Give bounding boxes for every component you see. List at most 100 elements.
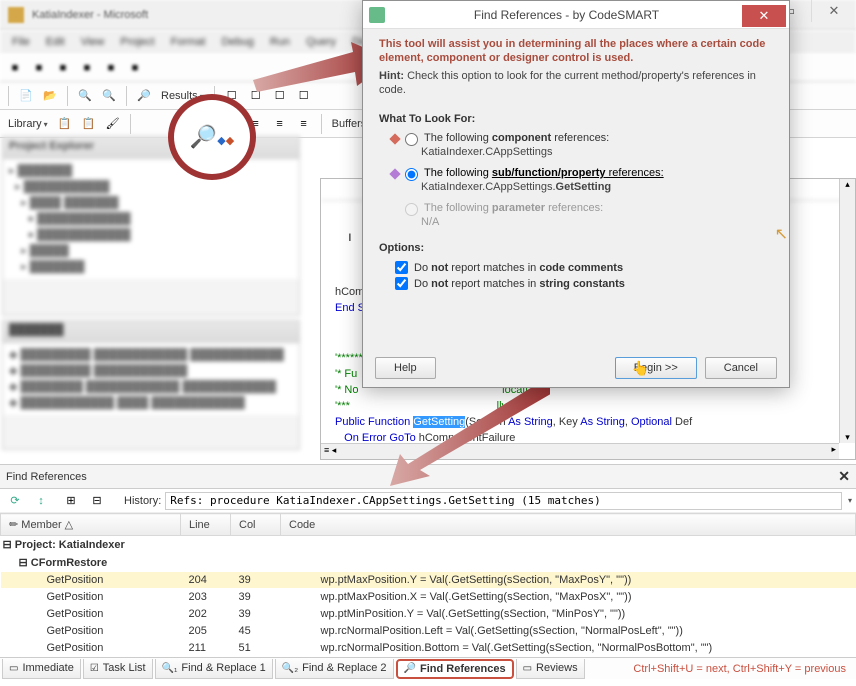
members-title: ███████ — [3, 321, 299, 343]
brush-icon[interactable]: 🖌 — [102, 113, 124, 135]
code-comment: '* Fu — [335, 368, 357, 380]
option-skip-strings[interactable]: Do not report matches in string constant… — [363, 274, 789, 290]
history-label: History: — [124, 495, 161, 507]
radio-subfunction-references[interactable]: The following sub/function/property refe… — [363, 164, 789, 181]
toolbar-button[interactable]: ■ — [76, 57, 98, 79]
expand-icon[interactable]: ⊞ — [60, 490, 82, 512]
find-references-titlebar[interactable]: Find References ✕ — [0, 465, 856, 489]
col-code[interactable]: Code — [281, 514, 856, 536]
binoculars-icon: 🔍₁ — [162, 663, 178, 674]
radio-component[interactable] — [405, 133, 418, 146]
class-row[interactable]: ⊟ CFormRestore — [1, 554, 856, 572]
code-fragment: hCom — [335, 286, 364, 298]
find-references-icon[interactable]: 🔎 — [133, 85, 155, 107]
col-line[interactable]: Line — [181, 514, 231, 536]
col-member[interactable]: ✏ Member △ — [1, 514, 181, 536]
find-references-dialog: Find References - by CodeSMART ✕ This to… — [362, 0, 790, 388]
bottom-tab-strip: ▭Immediate ☑Task List 🔍₁Find & Replace 1… — [0, 657, 856, 679]
binoculars-multicolor-icon: 🔎◆◆ — [190, 124, 234, 150]
refresh-icon[interactable]: ⟳ — [4, 490, 26, 512]
begin-button[interactable]: Begin >>👆 — [615, 357, 697, 379]
find-references-table[interactable]: ✏ Member △ Line Col Code ⊟ Project: Kati… — [0, 513, 856, 657]
cancel-button[interactable]: Cancel — [705, 357, 777, 379]
radio-component-detail: KatiaIndexer.CAppSettings — [363, 146, 789, 164]
code-keyword: As String — [580, 416, 625, 428]
help-button[interactable]: Help — [375, 357, 436, 379]
callout-find-references-toolbar: 🔎◆◆ — [168, 94, 256, 180]
radio-parameter-references: The following parameter references: — [363, 199, 789, 216]
find-references-panel: Find References ✕ ⟳ ↕ ⊞ ⊟ History: ▾ ✏ M… — [0, 464, 856, 664]
options-label: Options: — [363, 234, 789, 258]
tab-find-replace-2[interactable]: 🔍₂Find & Replace 2 — [275, 659, 394, 679]
tab-find-replace-1[interactable]: 🔍₁Find & Replace 1 — [155, 659, 273, 679]
panel-close-button[interactable]: ✕ — [838, 468, 850, 485]
code-keyword: Public Function — [335, 416, 413, 428]
dialog-hint: Hint: Check this option to look for the … — [363, 69, 789, 105]
result-row[interactable]: GetPosition20439wp.ptMaxPosition.Y = Val… — [1, 572, 856, 589]
tab-reviews[interactable]: ▭Reviews — [516, 659, 585, 679]
what-to-look-for-label: What To Look For: — [363, 105, 789, 129]
tb-button[interactable]: 📋 — [78, 113, 100, 135]
code-keyword: Optional — [631, 416, 672, 428]
collapse-icon[interactable]: ⊟ — [86, 490, 108, 512]
result-row[interactable]: GetPosition20339wp.ptMaxPosition.X = Val… — [1, 589, 856, 606]
diamond-red-icon — [389, 133, 400, 144]
result-row[interactable]: GetPosition20239wp.ptMinPosition.Y = Val… — [1, 606, 856, 623]
checkbox-skip-comments[interactable] — [395, 261, 408, 274]
tb-open-icon[interactable]: 📂 — [39, 85, 61, 107]
dialog-close-button[interactable]: ✕ — [742, 5, 786, 27]
left-dock: Project Explorer ▸ ███████ ▸ ███████████… — [2, 136, 300, 460]
col-col[interactable]: Col — [231, 514, 281, 536]
code-fragment: End S — [335, 302, 365, 314]
option-label: Do not report matches in code comments — [414, 262, 623, 274]
members-list[interactable]: ◆ █████████ ████████████ ████████████◆ █… — [3, 343, 299, 415]
diamond-purple-icon — [389, 168, 400, 179]
tb-new-icon[interactable]: 📄 — [15, 85, 37, 107]
radio-component-references[interactable]: The following component references: — [363, 129, 789, 146]
tb-button[interactable]: ≡ — [293, 113, 315, 135]
code-text: (Section — [465, 416, 508, 428]
history-dropdown-icon[interactable]: ▾ — [848, 496, 852, 505]
history-combobox[interactable] — [165, 492, 842, 510]
result-row[interactable]: GetPosition21151wp.rcNormalPosition.Bott… — [1, 640, 856, 657]
dialog-intro: This tool will assist you in determining… — [363, 29, 789, 69]
binoculars-icon[interactable]: 🔍 — [98, 85, 120, 107]
binoculars-icon[interactable]: 🔍 — [74, 85, 96, 107]
library-dropdown[interactable]: Library▾ — [4, 118, 52, 130]
tab-immediate[interactable]: ▭Immediate — [2, 659, 81, 679]
toolbar-button[interactable]: ■ — [52, 57, 74, 79]
dialog-title: Find References - by CodeSMART — [391, 8, 742, 22]
toolbar-button[interactable]: ■ — [100, 57, 122, 79]
sync-icon[interactable]: ↕ — [30, 490, 52, 512]
radio-parameter-detail: N/A — [363, 216, 789, 234]
radio-label: The following parameter references: — [424, 202, 603, 214]
vs-close-button[interactable]: ✕ — [811, 0, 856, 22]
project-explorer-tree[interactable]: ▸ ███████ ▸ ███████████ ▸ ████ ███████ ●… — [3, 159, 299, 279]
radio-subfunction[interactable] — [405, 168, 418, 181]
binoculars-multicolor-icon: 🔎 — [404, 663, 416, 674]
toolbar-button[interactable]: ■ — [124, 57, 146, 79]
code-keyword: As String — [508, 416, 553, 428]
tb-button[interactable]: 📋 — [54, 113, 76, 135]
dialog-titlebar[interactable]: Find References - by CodeSMART ✕ — [363, 1, 789, 29]
tab-find-references[interactable]: 🔎Find References — [396, 659, 514, 679]
option-label: Do not report matches in string constant… — [414, 278, 625, 290]
tab-task-list[interactable]: ☑Task List — [83, 659, 153, 679]
checkbox-skip-strings[interactable] — [395, 277, 408, 290]
vertical-scrollbar[interactable]: ▴ ▾ — [839, 179, 855, 443]
binoculars-icon: 🔍₂ — [282, 663, 298, 674]
project-row[interactable]: ⊟ Project: KatiaIndexer — [1, 536, 856, 554]
radio-subfunction-detail: KatiaIndexer.CAppSettings.GetSetting — [363, 181, 789, 199]
vs-app-icon — [8, 7, 24, 23]
toolbar-button[interactable]: ■ — [4, 57, 26, 79]
radio-label: The following component references: — [424, 132, 609, 144]
option-skip-comments[interactable]: Do not report matches in code comments — [363, 258, 789, 274]
horizontal-scrollbar[interactable]: ≡ ◂ ▸ — [321, 443, 839, 459]
panel-title: Find References — [6, 471, 87, 483]
toolbar-button[interactable]: ■ — [28, 57, 50, 79]
reviews-icon: ▭ — [523, 663, 532, 674]
result-row[interactable]: GetPosition20545wp.rcNormalPosition.Left… — [1, 623, 856, 640]
dialog-button-bar: Help Begin >>👆 Cancel — [375, 357, 777, 379]
radio-parameter — [405, 203, 418, 216]
tb-button[interactable]: ≡ — [269, 113, 291, 135]
